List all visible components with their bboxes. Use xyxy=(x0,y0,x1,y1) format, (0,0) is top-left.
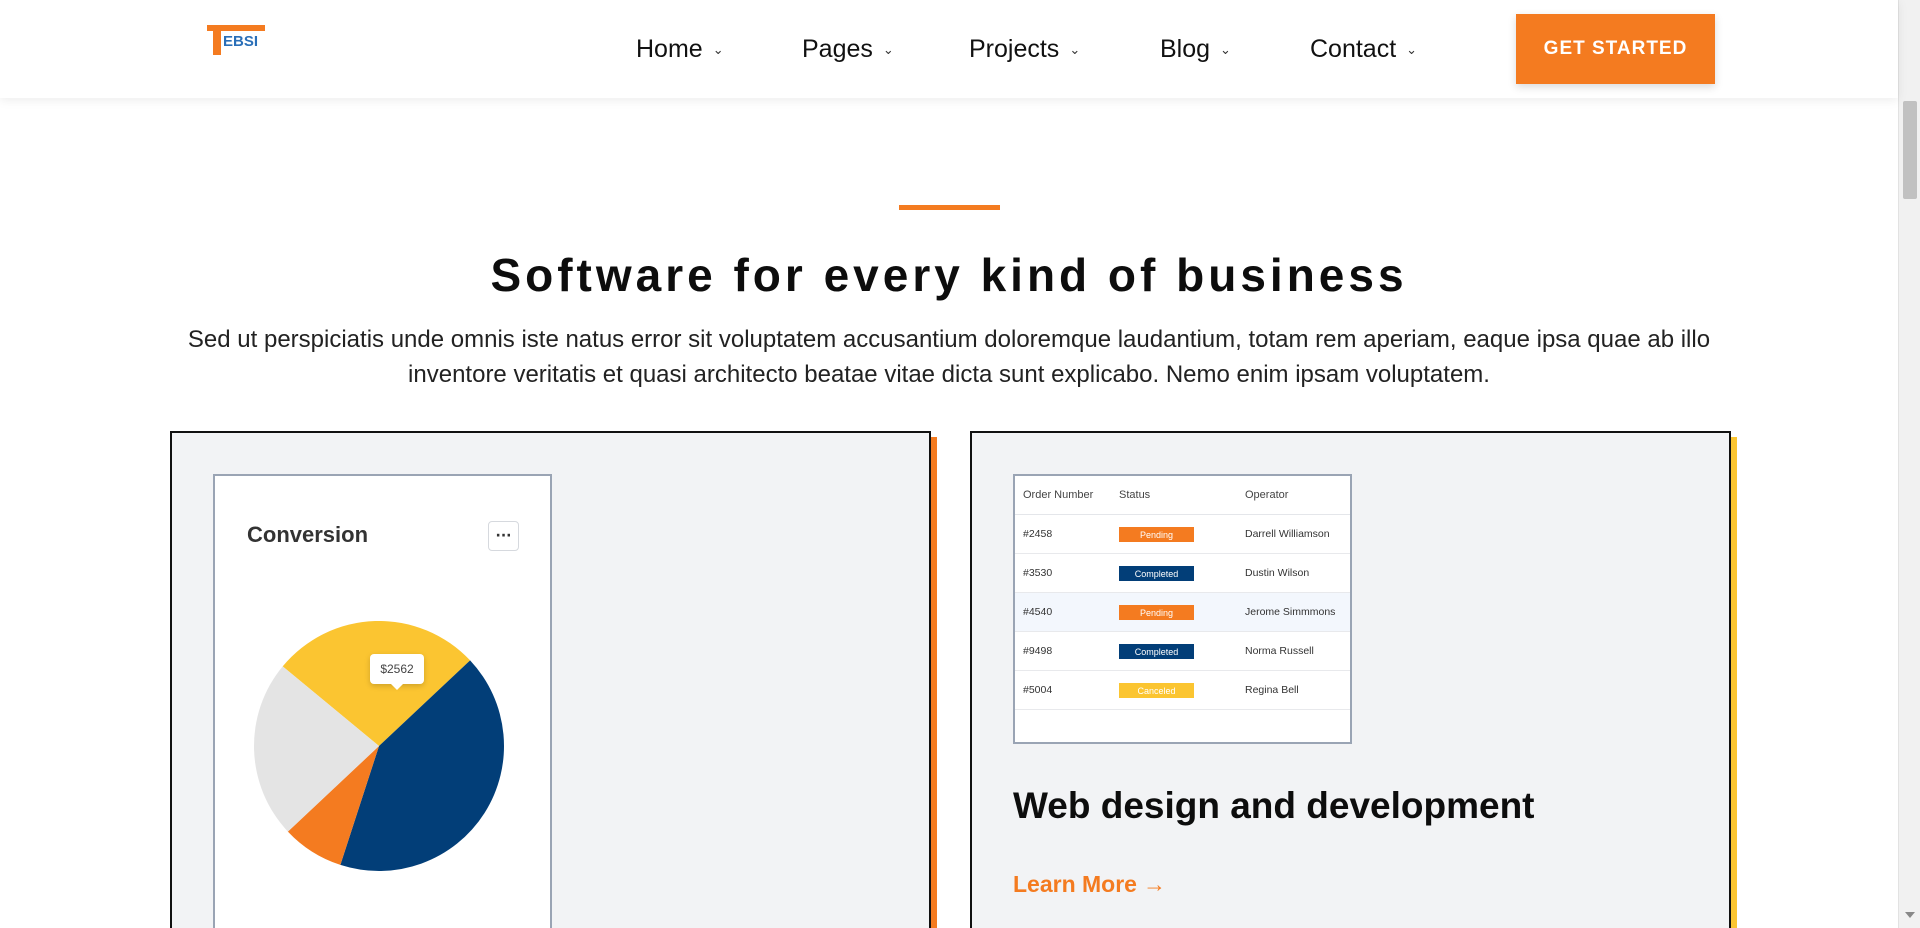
more-horizontal-icon[interactable]: ··· xyxy=(488,521,519,551)
table-row[interactable]: #5004 Canceled Regina Bell xyxy=(1015,671,1350,710)
order-number-cell: #2458 xyxy=(1023,528,1053,540)
nav-label: Blog xyxy=(1160,35,1211,63)
widget-title: Conversion xyxy=(247,522,369,547)
column-header: Status xyxy=(1119,489,1151,501)
feature-card-conversion: Conversion ··· $2562 xyxy=(170,431,931,928)
section-accent-line xyxy=(899,205,1000,210)
nav-item-home[interactable]: Home ⌄ xyxy=(636,35,724,64)
table-row[interactable]: #9498 Completed Norma Russell xyxy=(1015,632,1350,671)
nav-label: Pages xyxy=(802,35,873,63)
nav-item-contact[interactable]: Contact ⌄ xyxy=(1310,35,1417,64)
table-row[interactable]: #4540 Pending Jerome Simmmons xyxy=(1015,593,1350,632)
arrow-right-icon: → xyxy=(1142,871,1166,897)
logo-stem xyxy=(213,25,221,55)
chart-tooltip: $2562 xyxy=(370,654,424,690)
section-description: Sed ut perspiciatis unde omnis iste natu… xyxy=(187,326,1711,388)
learn-more-link[interactable]: Learn More → xyxy=(1013,871,1166,898)
orders-table-widget: Order Number Status Operator #2458 Pendin… xyxy=(1013,474,1352,744)
table-row[interactable]: #3530 Completed Dustin Wilson xyxy=(1015,554,1350,593)
status-badge: Pending xyxy=(1119,527,1194,542)
card-heading: Web design and development xyxy=(1013,785,1535,826)
chevron-down-icon: ⌄ xyxy=(882,42,894,58)
column-header: Order Number xyxy=(1023,489,1094,501)
status-badge: Completed xyxy=(1119,566,1194,581)
logo-text: EBSI xyxy=(223,33,259,50)
get-started-button[interactable]: GET STARTED xyxy=(1516,14,1715,84)
status-badge: Completed xyxy=(1119,644,1194,659)
conversion-widget: Conversion ··· $2562 xyxy=(213,474,552,928)
operator-cell: Darrell Williamson xyxy=(1245,528,1330,540)
section-title: Software for every kind of business xyxy=(490,249,1408,301)
order-number-cell: #4540 xyxy=(1023,606,1053,618)
learn-more-label: Learn More xyxy=(1013,871,1137,897)
operator-cell: Norma Russell xyxy=(1245,645,1314,657)
operator-cell: Dustin Wilson xyxy=(1245,567,1310,579)
status-badge: Canceled xyxy=(1119,683,1194,698)
page-scrollbar[interactable] xyxy=(1898,0,1920,928)
nav-label: Home xyxy=(636,35,703,63)
order-number-cell: #5004 xyxy=(1023,684,1053,696)
nav-item-blog[interactable]: Blog ⌄ xyxy=(1160,35,1231,64)
order-number-cell: #3530 xyxy=(1023,567,1053,579)
operator-cell: Regina Bell xyxy=(1245,684,1299,696)
status-badge: Pending xyxy=(1119,605,1194,620)
scroll-down-arrow-icon[interactable] xyxy=(1905,912,1915,918)
nav-item-projects[interactable]: Projects ⌄ xyxy=(969,35,1080,64)
table-header: Order Number Status Operator xyxy=(1015,476,1350,515)
site-header: EBSI Home ⌄ Pages ⌄ Projects ⌄ Blog ⌄ Contac… xyxy=(0,0,1898,98)
nav-label: Projects xyxy=(969,35,1060,63)
chevron-down-icon: ⌄ xyxy=(712,42,724,58)
chevron-down-icon: ⌄ xyxy=(1069,42,1081,58)
order-number-cell: #9498 xyxy=(1023,645,1053,657)
scrollbar-thumb[interactable] xyxy=(1903,101,1917,199)
table-row[interactable]: #2458 Pending Darrell Williamson xyxy=(1015,515,1350,554)
nav-item-pages[interactable]: Pages ⌄ xyxy=(802,35,894,64)
nav-label: Contact xyxy=(1310,35,1397,63)
chevron-down-icon: ⌄ xyxy=(1406,42,1418,58)
operator-cell: Jerome Simmmons xyxy=(1245,606,1336,618)
column-header: Operator xyxy=(1245,489,1289,501)
chevron-down-icon: ⌄ xyxy=(1220,42,1231,58)
site-logo[interactable]: EBSI xyxy=(207,25,267,57)
feature-card-web-design: Order Number Status Operator #2458 Pendin… xyxy=(970,431,1731,928)
